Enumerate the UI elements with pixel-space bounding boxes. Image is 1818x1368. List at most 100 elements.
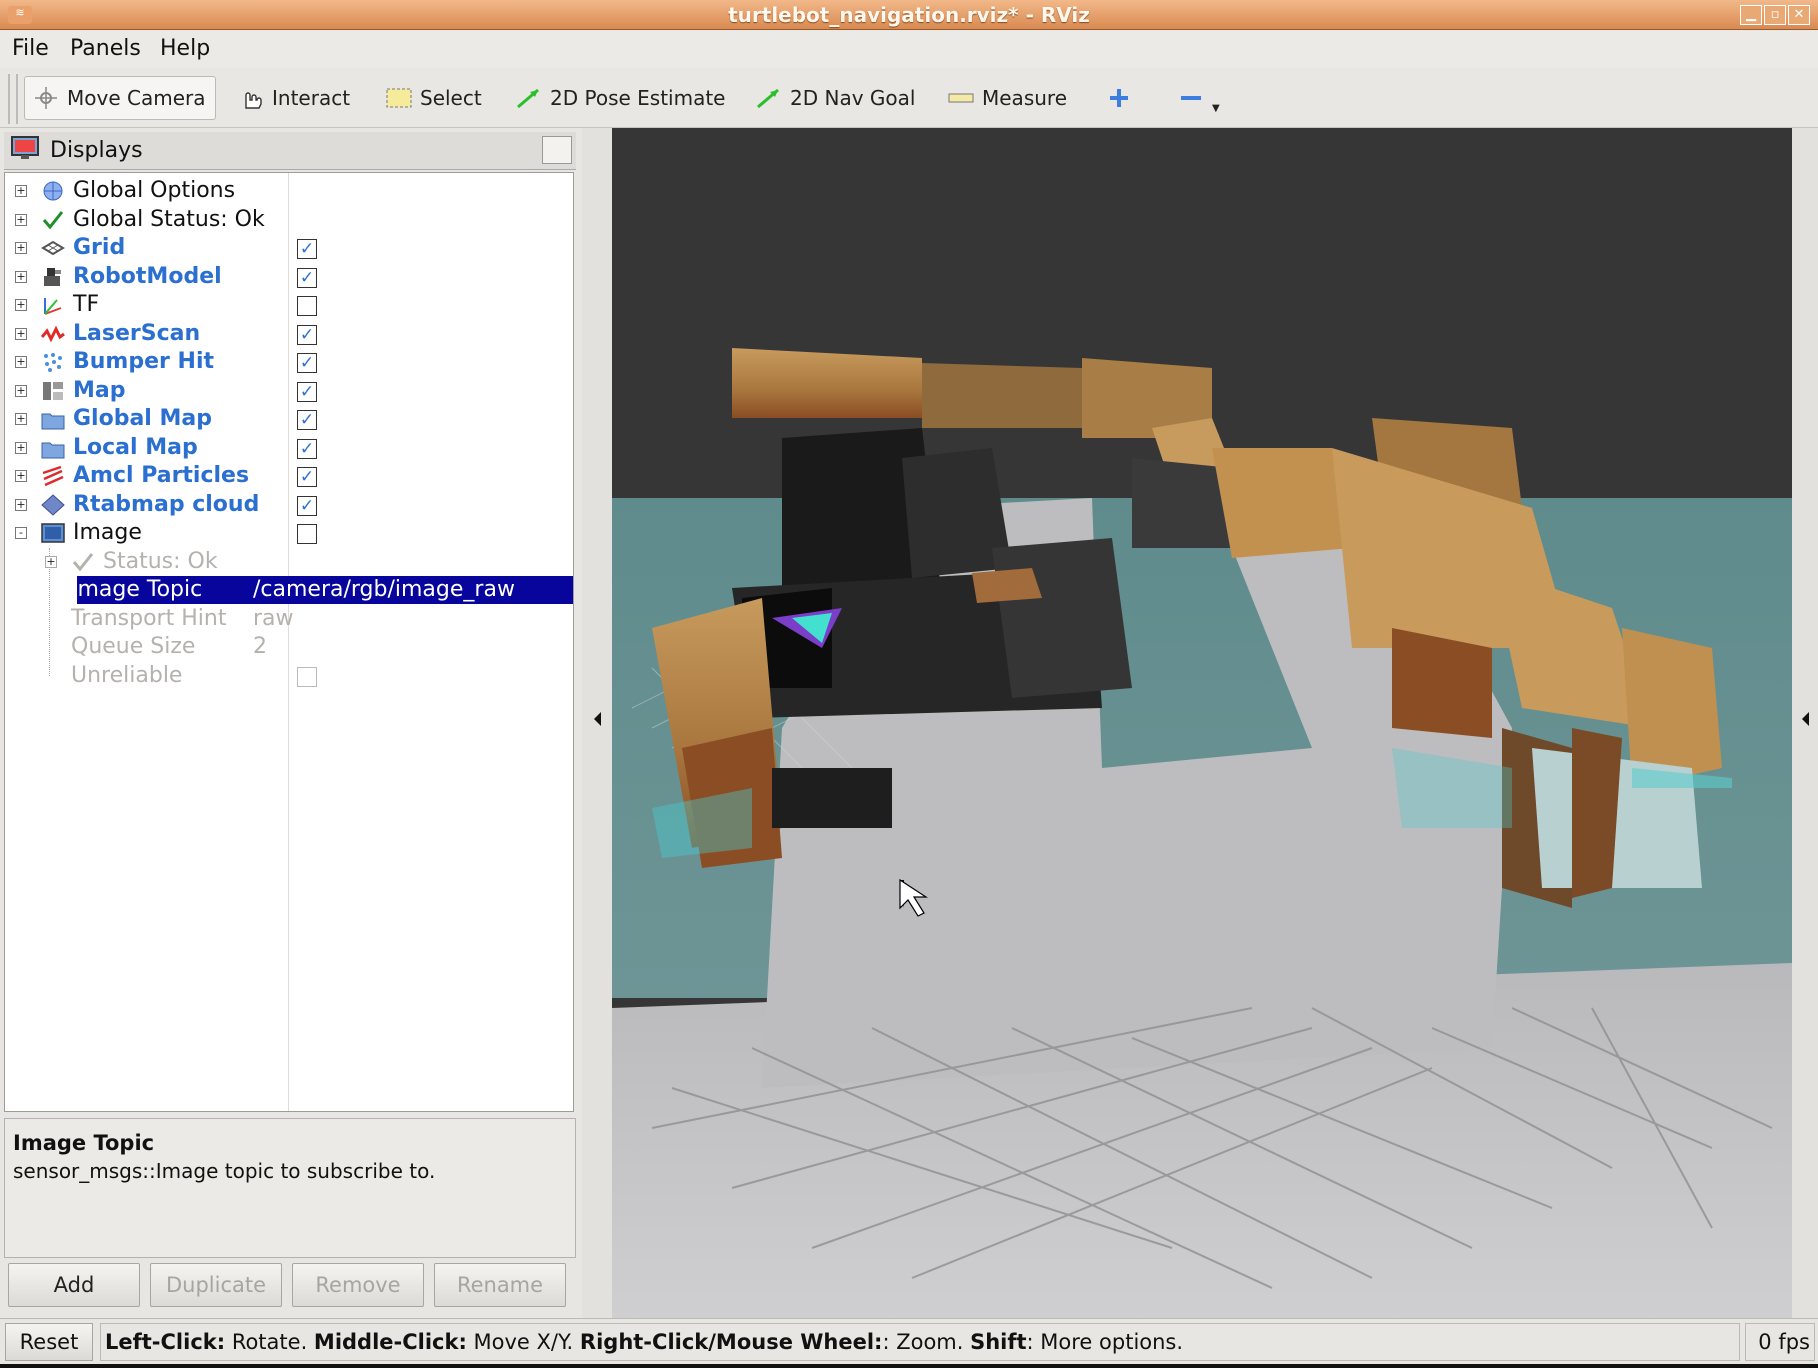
rviz-window: ≋ turtlebot_navigation.rviz* - RViz ▁ ▫ … (0, 0, 1818, 1368)
3d-render-view[interactable] (612, 128, 1792, 1318)
display-label: Rtabmap cloud (73, 491, 260, 517)
expand-icon[interactable]: + (15, 270, 27, 283)
tool-label: Interact (272, 86, 351, 110)
green-arrow-icon (516, 87, 542, 109)
expand-icon[interactable]: + (15, 185, 27, 197)
minimize-button[interactable]: ▁ (1740, 5, 1762, 25)
menu-file[interactable]: File (12, 36, 49, 61)
display-row[interactable]: + Amcl Particles ✓ (5, 462, 573, 490)
remove-button[interactable]: Remove (292, 1263, 424, 1307)
display-row[interactable]: + Global Options (5, 177, 573, 205)
expand-icon[interactable]: + (15, 498, 27, 511)
expand-icon[interactable]: + (15, 242, 27, 254)
move-camera-icon (33, 87, 59, 109)
hint-key: Right-Click/Mouse Wheel: (579, 1330, 883, 1354)
enabled-checkbox[interactable] (297, 524, 317, 544)
enabled-checkbox[interactable]: ✓ (297, 324, 317, 345)
green-arrow-icon (756, 87, 782, 109)
expand-icon[interactable]: + (15, 327, 27, 340)
display-label: RobotModel (73, 263, 222, 289)
enabled-checkbox[interactable]: ✓ (297, 438, 317, 459)
right-dock-handle[interactable] (1792, 128, 1818, 1318)
enabled-checkbox[interactable]: ✓ (297, 410, 317, 430)
reset-button[interactable]: Reset (5, 1323, 93, 1361)
display-row[interactable]: + Global Map ✓ (5, 405, 573, 433)
displays-title: Displays (50, 138, 143, 163)
display-row[interactable]: + Bumper Hit ✓ (5, 348, 573, 376)
add-tool-button[interactable] (1098, 76, 1140, 120)
tool-label: 2D Nav Goal (790, 86, 916, 110)
display-row[interactable]: + Map ✓ (5, 377, 573, 405)
duplicate-button[interactable]: Duplicate (150, 1263, 282, 1307)
property-description: Image Topic sensor_msgs::Image topic to … (4, 1118, 576, 1258)
unreliable-checkbox[interactable] (297, 666, 317, 687)
expand-icon[interactable]: + (15, 299, 27, 311)
menu-panels[interactable]: Panels (70, 36, 141, 61)
display-label: Amcl Particles (73, 463, 250, 488)
display-row[interactable]: + RobotModel ✓ (5, 263, 573, 291)
screen-edge (0, 1364, 1818, 1368)
property-value[interactable]: /camera/rgb/image_raw (253, 576, 515, 604)
property-row[interactable]: Unreliable (5, 662, 573, 690)
collapse-icon[interactable]: - (15, 527, 27, 539)
enabled-checkbox[interactable]: ✓ (297, 381, 317, 402)
tool-select[interactable]: Select (378, 76, 490, 120)
property-row[interactable]: Queue Size 2 (5, 633, 573, 661)
display-row[interactable]: + Global Status: Ok (5, 206, 573, 234)
add-button[interactable]: Add (8, 1263, 140, 1307)
tool-2d-pose-estimate[interactable]: 2D Pose Estimate (508, 76, 734, 120)
displays-tree: + Global Options + Global Status: Ok + Grid ✓ +… (4, 172, 574, 1112)
enabled-checkbox[interactable]: ✓ (297, 353, 317, 373)
property-row[interactable]: Transport Hint raw (5, 605, 573, 633)
monitor-icon (10, 135, 40, 167)
display-row[interactable]: + TF (5, 291, 573, 319)
enabled-checkbox[interactable] (297, 296, 317, 316)
panel-splitter[interactable] (582, 128, 612, 1318)
tool-label: Measure (982, 86, 1067, 110)
tool-measure[interactable]: Measure (940, 76, 1075, 120)
display-row[interactable]: + Grid ✓ (5, 234, 573, 262)
title-bar[interactable]: ≋ turtlebot_navigation.rviz* - RViz ▁ ▫ … (0, 0, 1818, 30)
description-title: Image Topic (13, 1131, 155, 1155)
property-label: Transport Hint (71, 605, 227, 631)
tool-2d-nav-goal[interactable]: 2D Nav Goal (748, 76, 923, 120)
dropdown-arrow-icon[interactable]: ▼ (1212, 103, 1220, 114)
display-row[interactable]: - Image (5, 519, 573, 547)
property-row[interactable]: + Status: Ok (5, 548, 573, 576)
particles-icon (41, 465, 65, 487)
fps-counter: 0 fps (1745, 1323, 1815, 1361)
display-row[interactable]: + Local Map ✓ (5, 434, 573, 462)
expand-icon[interactable]: + (15, 213, 27, 226)
property-value: raw (253, 605, 294, 631)
expand-icon[interactable]: + (15, 441, 27, 454)
menu-help[interactable]: Help (160, 36, 210, 61)
property-row[interactable]: Image Topic/camera/rgb/image_raw (5, 576, 573, 604)
display-row[interactable]: + Rtabmap cloud ✓ (5, 491, 573, 519)
expand-icon[interactable]: + (15, 470, 27, 482)
tool-interact[interactable]: Interact (230, 76, 358, 120)
toolbar-grip[interactable] (8, 74, 18, 124)
maximize-button[interactable]: ▫ (1764, 5, 1786, 25)
tool-move-camera[interactable]: Move Camera (24, 76, 216, 120)
expand-icon[interactable]: + (15, 413, 27, 425)
display-label: Global Status: Ok (73, 206, 265, 232)
globe-icon (41, 180, 65, 202)
image-icon (41, 522, 65, 544)
property-label: Unreliable (71, 662, 183, 688)
mouse-hint-text: Left-Click: Rotate. Middle-Click: Move X… (100, 1323, 1740, 1361)
enabled-checkbox[interactable]: ✓ (297, 495, 317, 516)
minus-icon (1178, 87, 1204, 109)
enabled-checkbox[interactable]: ✓ (297, 239, 317, 259)
close-button[interactable]: ✕ (1788, 5, 1810, 25)
expand-icon[interactable]: + (45, 555, 57, 568)
displays-dock: Displays + Global Options + Global Status: … (0, 128, 582, 1318)
remove-tool-button[interactable]: ▼ (1170, 76, 1228, 120)
expand-icon[interactable]: + (15, 384, 27, 397)
plus-icon (1106, 87, 1132, 109)
expand-icon[interactable]: + (15, 356, 27, 368)
rename-button[interactable]: Rename (434, 1263, 566, 1307)
display-row[interactable]: + LaserScan ✓ (5, 320, 573, 348)
enabled-checkbox[interactable]: ✓ (297, 267, 317, 288)
enabled-checkbox[interactable]: ✓ (297, 467, 317, 487)
dock-float-button[interactable] (542, 136, 572, 164)
